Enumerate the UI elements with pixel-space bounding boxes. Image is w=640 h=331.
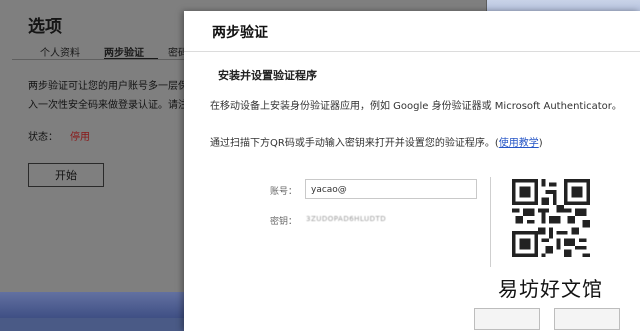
account-field[interactable]: yacao@ bbox=[305, 179, 477, 199]
dialog-header: 两步验证 bbox=[184, 11, 640, 52]
secret-key-value: 3ZUDOPAD6HLUDTD bbox=[306, 215, 387, 223]
footer-button-right[interactable] bbox=[554, 308, 620, 330]
account-label: 账号： bbox=[270, 187, 298, 197]
status-row: 状态： 停用 bbox=[28, 128, 90, 143]
scan-instruction-close: ) bbox=[538, 138, 543, 149]
description-line-2: 入一次性安全码来做登录认证。请注意 bbox=[28, 100, 198, 111]
tab-two-step[interactable]: 两步验证 bbox=[104, 44, 158, 60]
description-line-1: 两步验证可让您的用户账号多一层保障 bbox=[28, 81, 198, 92]
scan-instruction: 通过扫描下方QR码或手动输入密钥来打开并设置您的验证程序。(使用教学) bbox=[210, 134, 543, 149]
footer-button-left[interactable] bbox=[474, 308, 540, 330]
status-label: 状态： bbox=[28, 132, 58, 143]
start-button[interactable]: 开始 bbox=[28, 163, 104, 187]
section-title: 安装并设置验证程序 bbox=[218, 69, 317, 82]
install-instruction: 在移动设备上安装身份验证器应用，例如 Google 身份验证器或 Microso… bbox=[210, 101, 622, 112]
status-value: 停用 bbox=[70, 132, 90, 143]
tab-profile[interactable]: 个人资料 bbox=[40, 44, 94, 59]
two-step-description: 两步验证可让您的用户账号多一层保障 入一次性安全码来做登录认证。请注意 bbox=[28, 77, 198, 115]
vertical-divider bbox=[490, 177, 491, 267]
qr-code-icon bbox=[512, 179, 590, 257]
scan-instruction-text: 通过扫描下方QR码或手动输入密钥来打开并设置您的验证程序。( bbox=[210, 138, 499, 149]
tutorial-link[interactable]: 使用教学 bbox=[499, 138, 539, 149]
key-label: 密钥： bbox=[270, 217, 298, 227]
options-title: 选项 bbox=[28, 17, 62, 37]
dialog-title: 两步验证 bbox=[212, 25, 268, 41]
two-step-dialog: 两步验证 安装并设置验证程序 在移动设备上安装身份验证器应用，例如 Google… bbox=[184, 11, 640, 331]
watermark-text: 易坊好文馆 bbox=[498, 277, 603, 301]
